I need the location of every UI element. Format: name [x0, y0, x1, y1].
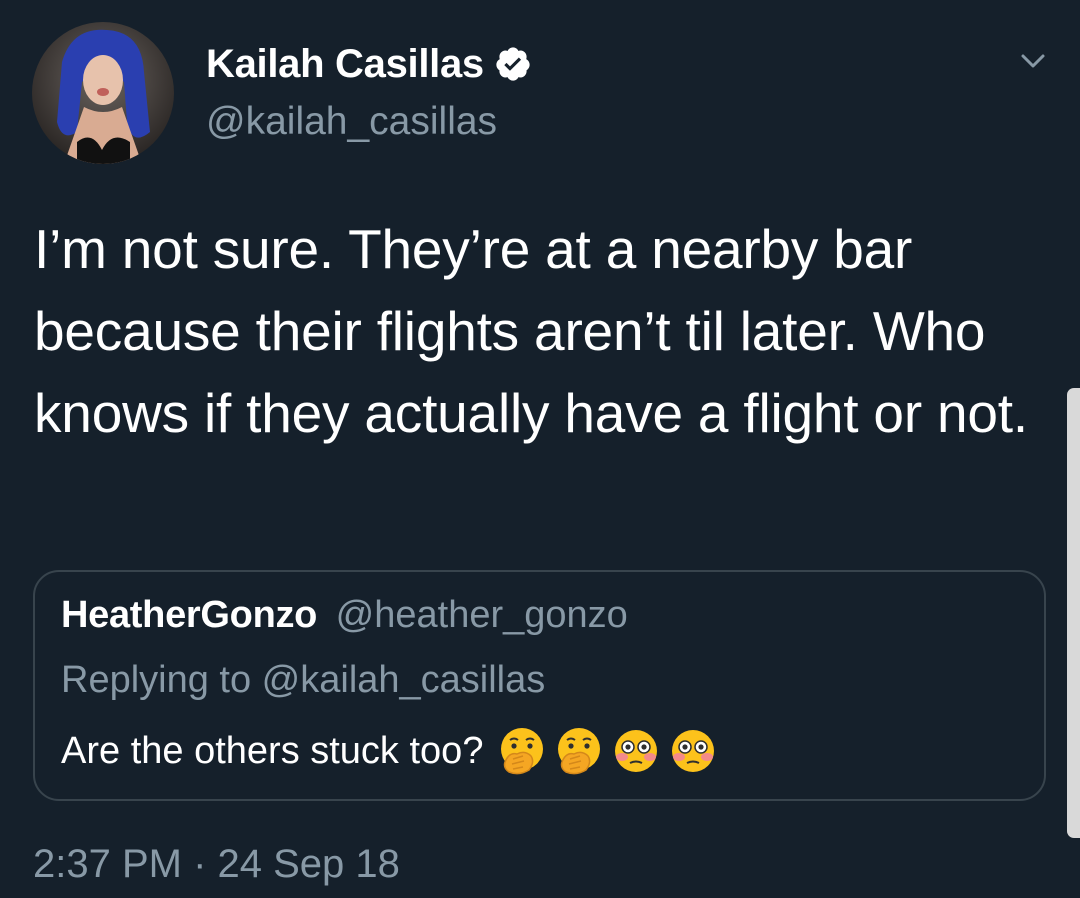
- author-handle[interactable]: @kailah_casillas: [206, 100, 497, 144]
- chevron-down-icon[interactable]: [1014, 46, 1052, 76]
- verified-badge-icon: [494, 45, 532, 83]
- quoted-tweet-card[interactable]: HeatherGonzo @heather_gonzo Replying to …: [33, 570, 1046, 801]
- flushed-face-emoji: [668, 726, 718, 776]
- replying-to-label: Replying to @kailah_casillas: [61, 659, 546, 701]
- tweet-timestamp[interactable]: 2:37 PM · 24 Sep 18: [33, 842, 400, 887]
- author-display-name[interactable]: Kailah Casillas: [206, 42, 484, 87]
- quoted-author-name: HeatherGonzo: [61, 594, 318, 636]
- hand-over-mouth-emoji: [554, 726, 604, 776]
- quoted-tweet-body: Are the others stuck too?: [61, 725, 718, 777]
- author-name-row[interactable]: Kailah Casillas: [206, 38, 532, 90]
- quoted-tweet-header: HeatherGonzo @heather_gonzo: [61, 594, 628, 637]
- quoted-tweet-text: Are the others stuck too?: [61, 729, 484, 772]
- scrollbar[interactable]: [1067, 388, 1080, 838]
- profile-photo: [32, 22, 174, 164]
- avatar[interactable]: [32, 22, 174, 164]
- hand-over-mouth-emoji: [497, 726, 547, 776]
- tweet-text: I’m not sure. They’re at a nearby bar be…: [34, 218, 1028, 444]
- flushed-face-emoji: [611, 726, 661, 776]
- quoted-author-handle: @heather_gonzo: [335, 594, 628, 636]
